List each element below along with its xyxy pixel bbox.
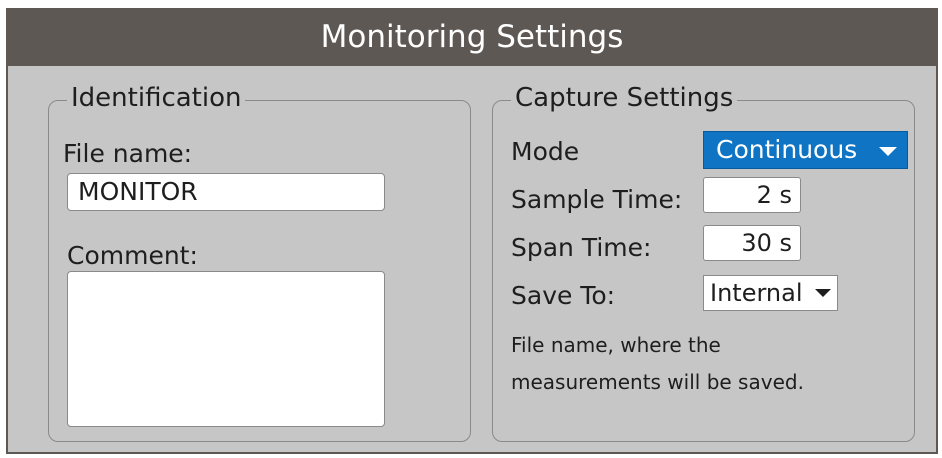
capture-settings-legend: Capture Settings — [511, 81, 738, 115]
mode-dropdown[interactable]: Continuous — [703, 131, 908, 169]
identification-group: Identification File name: MONITOR Commen… — [48, 81, 471, 442]
mode-dropdown-value: Continuous — [716, 135, 858, 164]
save-to-dropdown[interactable]: Internal — [703, 275, 838, 311]
file-name-field[interactable]: MONITOR — [67, 173, 385, 211]
span-time-field[interactable]: 30 s — [703, 225, 801, 261]
save-to-label: Save To: — [511, 281, 616, 310]
help-text-line-2: measurements will be saved. — [511, 370, 804, 394]
sample-time-field[interactable]: 2 s — [703, 177, 801, 213]
sample-time-label: Sample Time: — [511, 185, 683, 214]
save-to-dropdown-value: Internal — [710, 279, 803, 307]
window-title: Monitoring Settings — [8, 10, 936, 66]
capture-settings-group: Capture Settings Mode Continuous Sample … — [492, 81, 915, 442]
help-text-line-1: File name, where the — [511, 333, 721, 357]
identification-legend: Identification — [67, 81, 246, 115]
monitoring-settings-window: Monitoring Settings Identification File … — [6, 8, 938, 454]
chevron-down-icon — [879, 147, 897, 156]
comment-label: Comment: — [67, 241, 198, 270]
chevron-down-icon — [815, 289, 831, 297]
file-name-label: File name: — [63, 139, 193, 168]
span-time-label: Span Time: — [511, 233, 652, 262]
comment-field[interactable] — [67, 271, 385, 427]
mode-label: Mode — [511, 137, 580, 166]
help-text: File name, where the measurements will b… — [511, 327, 901, 401]
